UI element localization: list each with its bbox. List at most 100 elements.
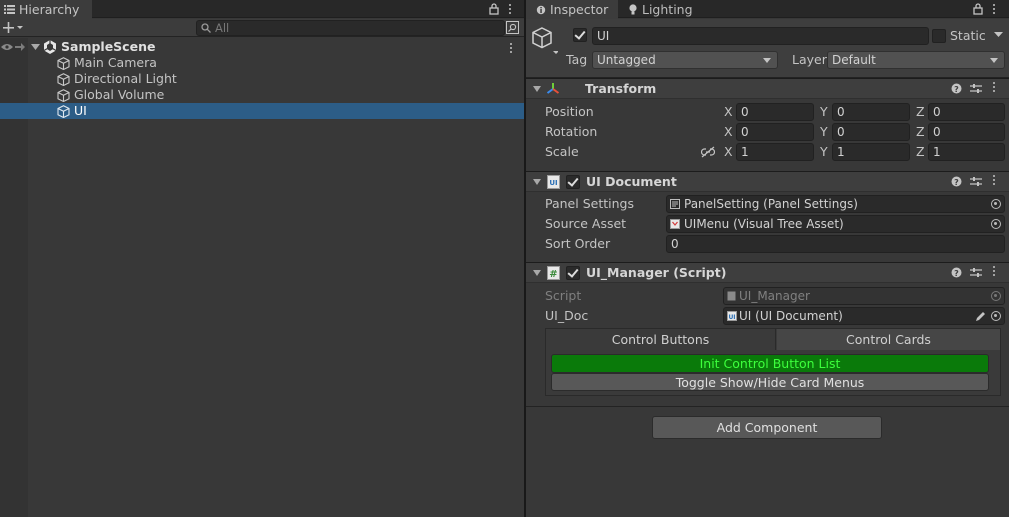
gameobject-icon[interactable] [532, 27, 558, 57]
ui-document-enabled-checkbox[interactable] [566, 175, 580, 189]
source-asset-field[interactable]: UIMenu (Visual Tree Asset) [666, 215, 1005, 233]
tab-inspector[interactable]: Inspector [526, 0, 618, 19]
sort-order-field[interactable]: 0 [666, 235, 1005, 253]
component-menu-icon[interactable] [993, 175, 996, 187]
position-x-field[interactable]: 0 [736, 103, 814, 121]
gameobject-cube-icon [57, 89, 70, 102]
sort-order-label: Sort Order [545, 236, 611, 251]
position-z-label[interactable]: Z [916, 104, 925, 120]
rotation-x-label[interactable]: X [724, 124, 733, 140]
chevron-down-icon[interactable] [533, 86, 541, 92]
transform-header[interactable]: Transform ? [526, 78, 1009, 99]
help-icon[interactable]: ? [951, 176, 962, 187]
script-value: UI_Manager [739, 289, 810, 303]
visibility-eye-icon[interactable] [1, 43, 13, 51]
scale-y-label[interactable]: Y [820, 144, 828, 160]
csharp-script-small-icon [727, 291, 737, 301]
object-picker-icon[interactable] [991, 219, 1001, 229]
static-checkbox[interactable] [932, 29, 946, 43]
chevron-down-icon[interactable] [533, 179, 541, 185]
position-x-label[interactable]: X [724, 104, 733, 120]
hierarchy-item-label: Directional Light [74, 71, 177, 86]
help-icon[interactable]: ? [951, 83, 962, 94]
tab-lighting-label: Lighting [642, 2, 693, 17]
scale-label: Scale [545, 144, 579, 159]
svg-text:UI: UI [728, 314, 735, 321]
ui-doc-field[interactable]: UI UI (UI Document) [723, 307, 1005, 325]
component-menu-icon[interactable] [993, 266, 996, 278]
tab-control-cards[interactable]: Control Cards [777, 329, 1000, 350]
rotation-z-field[interactable]: 0 [928, 123, 1005, 141]
constrain-proportions-link-icon[interactable] [701, 146, 715, 158]
tag-dropdown[interactable]: Untagged [592, 51, 778, 69]
hierarchy-toolbar: All [0, 19, 524, 37]
hierarchy-item-ui[interactable]: UI [0, 103, 524, 119]
pickable-hand-icon[interactable] [14, 42, 25, 52]
lock-icon[interactable] [489, 3, 499, 15]
presets-icon[interactable] [970, 83, 982, 94]
scene-row[interactable]: SampleScene [0, 39, 524, 55]
object-picker-icon [991, 291, 1001, 301]
hierarchy-item-global-volume[interactable]: Global Volume [0, 87, 524, 103]
object-picker-icon[interactable] [991, 199, 1001, 209]
svg-text:UI: UI [549, 179, 557, 187]
search-placeholder: All [215, 21, 230, 35]
tab-lighting[interactable]: Lighting [622, 0, 702, 19]
ui-manager-enabled-checkbox[interactable] [566, 266, 580, 280]
rotation-x-field[interactable]: 0 [736, 123, 814, 141]
chevron-down-icon[interactable] [533, 270, 541, 276]
chevron-down-icon[interactable] [31, 44, 40, 51]
ui-manager-header[interactable]: # UI_Manager (Script) ? [526, 262, 1009, 283]
toggle-card-menus-button[interactable]: Toggle Show/Hide Card Menus [551, 373, 989, 391]
object-active-checkbox[interactable] [573, 28, 587, 42]
component-menu-icon[interactable] [993, 82, 996, 94]
tab-hierarchy[interactable]: Hierarchy [0, 0, 92, 19]
scale-x-label[interactable]: X [724, 144, 733, 160]
info-icon [536, 5, 546, 15]
scale-x-field[interactable]: 1 [736, 143, 814, 161]
more-options-icon[interactable] [993, 4, 996, 16]
add-component-button[interactable]: Add Component [652, 416, 882, 439]
ui-document-header[interactable]: UI UI Document ? [526, 171, 1009, 192]
script-field: UI_Manager [723, 287, 1005, 305]
components-end-divider [526, 406, 1009, 407]
gameobject-cube-icon [57, 57, 70, 70]
tag-label: Tag [566, 52, 588, 67]
ui-manager-title: UI_Manager (Script) [586, 265, 727, 280]
svg-text:?: ? [954, 178, 959, 187]
more-options-icon[interactable] [509, 4, 512, 16]
list-icon [4, 5, 15, 14]
add-icon[interactable] [3, 22, 23, 34]
hierarchy-item-main-camera[interactable]: Main Camera [0, 55, 524, 71]
presets-icon[interactable] [970, 267, 982, 278]
object-picker-icon[interactable] [991, 311, 1001, 321]
scale-y-field[interactable]: 1 [832, 143, 910, 161]
rotation-z-label[interactable]: Z [916, 124, 925, 140]
rotation-y-field[interactable]: 0 [832, 123, 910, 141]
search-options-icon[interactable] [506, 21, 519, 34]
lightbulb-icon [629, 4, 637, 15]
hierarchy-item-directional-light[interactable]: Directional Light [0, 71, 524, 87]
scale-z-label[interactable]: Z [916, 144, 925, 160]
scene-options-icon[interactable] [510, 43, 513, 55]
init-control-button-list-button[interactable]: Init Control Button List [551, 354, 989, 373]
svg-text:?: ? [954, 85, 959, 94]
rotation-y-label[interactable]: Y [820, 124, 828, 140]
position-y-label[interactable]: Y [820, 104, 828, 120]
tab-control-buttons[interactable]: Control Buttons [546, 329, 776, 350]
static-dropdown-icon[interactable] [994, 32, 1003, 38]
help-icon[interactable]: ? [951, 267, 962, 278]
uxml-asset-icon [670, 219, 680, 229]
panel-settings-field[interactable]: PanelSetting (Panel Settings) [666, 195, 1005, 213]
ui-doc-value: UI (UI Document) [739, 309, 843, 323]
presets-icon[interactable] [970, 176, 982, 187]
position-y-field[interactable]: 0 [832, 103, 910, 121]
hierarchy-search-input[interactable]: All [196, 20, 505, 36]
object-name-field[interactable]: UI [592, 27, 929, 45]
panel-settings-asset-icon [670, 199, 680, 209]
pencil-edit-icon[interactable] [975, 311, 986, 322]
lock-icon[interactable] [973, 3, 983, 15]
scale-z-field[interactable]: 1 [928, 143, 1005, 161]
layer-dropdown[interactable]: Default [827, 51, 1005, 69]
position-z-field[interactable]: 0 [928, 103, 1005, 121]
